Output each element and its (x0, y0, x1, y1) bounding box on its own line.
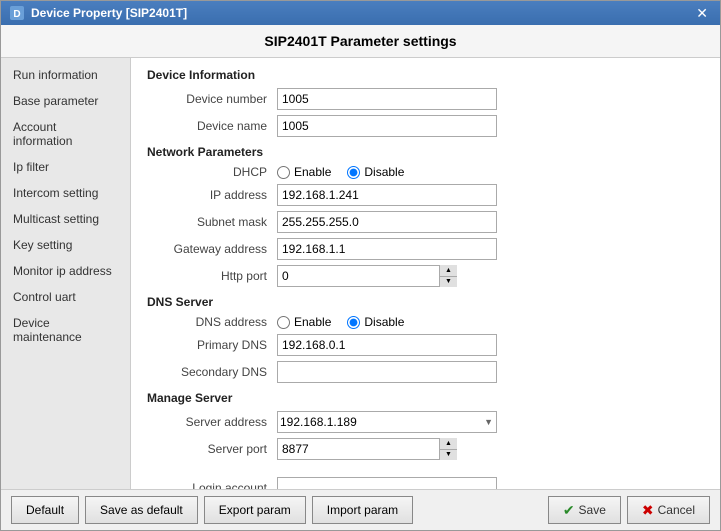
server-port-spinner-buttons: ▲ ▼ (439, 438, 457, 460)
server-port-spinner: ▲ ▼ (277, 438, 457, 460)
server-address-label: Server address (147, 415, 277, 429)
default-button[interactable]: Default (11, 496, 79, 524)
device-name-row: Device name (147, 115, 704, 137)
http-port-input[interactable] (277, 265, 457, 287)
server-port-row: Server port ▲ ▼ (147, 438, 704, 460)
server-port-up-button[interactable]: ▲ (440, 438, 457, 450)
http-port-row: Http port ▲ ▼ (147, 265, 704, 287)
title-bar-left: D Device Property [SIP2401T] (9, 5, 187, 21)
footer: Default Save as default Export param Imp… (1, 489, 720, 530)
dns-disable-item: Disable (347, 315, 404, 329)
http-port-down-button[interactable]: ▼ (440, 277, 457, 288)
dns-radio-group: Enable Disable (277, 315, 404, 329)
dhcp-row: DHCP Enable Disable (147, 165, 704, 179)
subnet-mask-row: Subnet mask (147, 211, 704, 233)
dns-server-title: DNS Server (147, 295, 704, 309)
secondary-dns-label: Secondary DNS (147, 365, 277, 379)
cancel-x-icon: ✖ (642, 502, 654, 519)
login-account-input[interactable] (277, 477, 497, 489)
sidebar-item-ip-filter[interactable]: Ip filter (1, 154, 130, 180)
dns-enable-item: Enable (277, 315, 331, 329)
cancel-button[interactable]: ✖ Cancel (627, 496, 710, 524)
dhcp-label: DHCP (147, 165, 277, 179)
device-information-title: Device Information (147, 68, 704, 82)
primary-dns-row: Primary DNS (147, 334, 704, 356)
server-port-label: Server port (147, 442, 277, 456)
primary-dns-input[interactable] (277, 334, 497, 356)
sidebar: Run information Base parameter Account i… (1, 58, 131, 489)
ip-address-row: IP address (147, 184, 704, 206)
server-address-dropdown-wrapper: 192.168.1.189 (277, 411, 497, 433)
form-area: Device Information Device number Device … (131, 58, 720, 489)
main-window: D Device Property [SIP2401T] ✕ SIP2401T … (0, 0, 721, 531)
device-name-label: Device name (147, 119, 277, 133)
sidebar-item-multicast-setting[interactable]: Multicast setting (1, 206, 130, 232)
device-number-input[interactable] (277, 88, 497, 110)
dns-enable-radio[interactable] (277, 316, 290, 329)
window-icon: D (9, 5, 25, 21)
svg-text:D: D (13, 9, 20, 20)
dhcp-radio-group: Enable Disable (277, 165, 404, 179)
server-address-select[interactable]: 192.168.1.189 (277, 411, 497, 433)
server-port-down-button[interactable]: ▼ (440, 450, 457, 461)
close-button[interactable]: ✕ (692, 5, 712, 22)
server-address-row: Server address 192.168.1.189 (147, 411, 704, 433)
network-parameters-title: Network Parameters (147, 145, 704, 159)
http-port-label: Http port (147, 269, 277, 283)
dns-disable-label: Disable (364, 315, 404, 329)
export-param-button[interactable]: Export param (204, 496, 306, 524)
window-title: Device Property [SIP2401T] (31, 6, 187, 20)
sidebar-item-run-information[interactable]: Run information (1, 62, 130, 88)
login-account-row: Login account (147, 477, 704, 489)
device-name-input[interactable] (277, 115, 497, 137)
sidebar-item-intercom-setting[interactable]: Intercom setting (1, 180, 130, 206)
title-bar: D Device Property [SIP2401T] ✕ (1, 1, 720, 25)
device-number-row: Device number (147, 88, 704, 110)
dns-enable-label: Enable (294, 315, 331, 329)
device-number-label: Device number (147, 92, 277, 106)
dns-disable-radio[interactable] (347, 316, 360, 329)
page-header: SIP2401T Parameter settings (1, 25, 720, 58)
secondary-dns-row: Secondary DNS (147, 361, 704, 383)
sidebar-item-monitor-ip-address[interactable]: Monitor ip address (1, 258, 130, 284)
subnet-mask-input[interactable] (277, 211, 497, 233)
cancel-label: Cancel (658, 503, 695, 517)
main-content: Run information Base parameter Account i… (1, 58, 720, 489)
dns-address-label: DNS address (147, 315, 277, 329)
dhcp-enable-label: Enable (294, 165, 331, 179)
dhcp-enable-radio[interactable] (277, 166, 290, 179)
http-port-spinner-buttons: ▲ ▼ (439, 265, 457, 287)
gateway-address-row: Gateway address (147, 238, 704, 260)
primary-dns-label: Primary DNS (147, 338, 277, 352)
http-port-up-button[interactable]: ▲ (440, 265, 457, 277)
sidebar-item-base-parameter[interactable]: Base parameter (1, 88, 130, 114)
sidebar-item-device-maintenance[interactable]: Device maintenance (1, 310, 130, 350)
manage-server-title: Manage Server (147, 391, 704, 405)
sidebar-item-key-setting[interactable]: Key setting (1, 232, 130, 258)
dhcp-disable-label: Disable (364, 165, 404, 179)
ip-address-input[interactable] (277, 184, 497, 206)
sidebar-item-account-information[interactable]: Account information (1, 114, 130, 154)
import-param-button[interactable]: Import param (312, 496, 413, 524)
save-check-icon: ✔ (563, 502, 575, 519)
sidebar-item-control-uart[interactable]: Control uart (1, 284, 130, 310)
save-button[interactable]: ✔ Save (548, 496, 621, 524)
gateway-address-label: Gateway address (147, 242, 277, 256)
gateway-address-input[interactable] (277, 238, 497, 260)
dhcp-enable-item: Enable (277, 165, 331, 179)
http-port-spinner: ▲ ▼ (277, 265, 457, 287)
dns-address-row: DNS address Enable Disable (147, 315, 704, 329)
subnet-mask-label: Subnet mask (147, 215, 277, 229)
secondary-dns-input[interactable] (277, 361, 497, 383)
dhcp-disable-item: Disable (347, 165, 404, 179)
save-label: Save (579, 503, 606, 517)
save-as-default-button[interactable]: Save as default (85, 496, 198, 524)
login-account-label: Login account (147, 481, 277, 489)
server-port-input[interactable] (277, 438, 457, 460)
ip-address-label: IP address (147, 188, 277, 202)
dhcp-disable-radio[interactable] (347, 166, 360, 179)
